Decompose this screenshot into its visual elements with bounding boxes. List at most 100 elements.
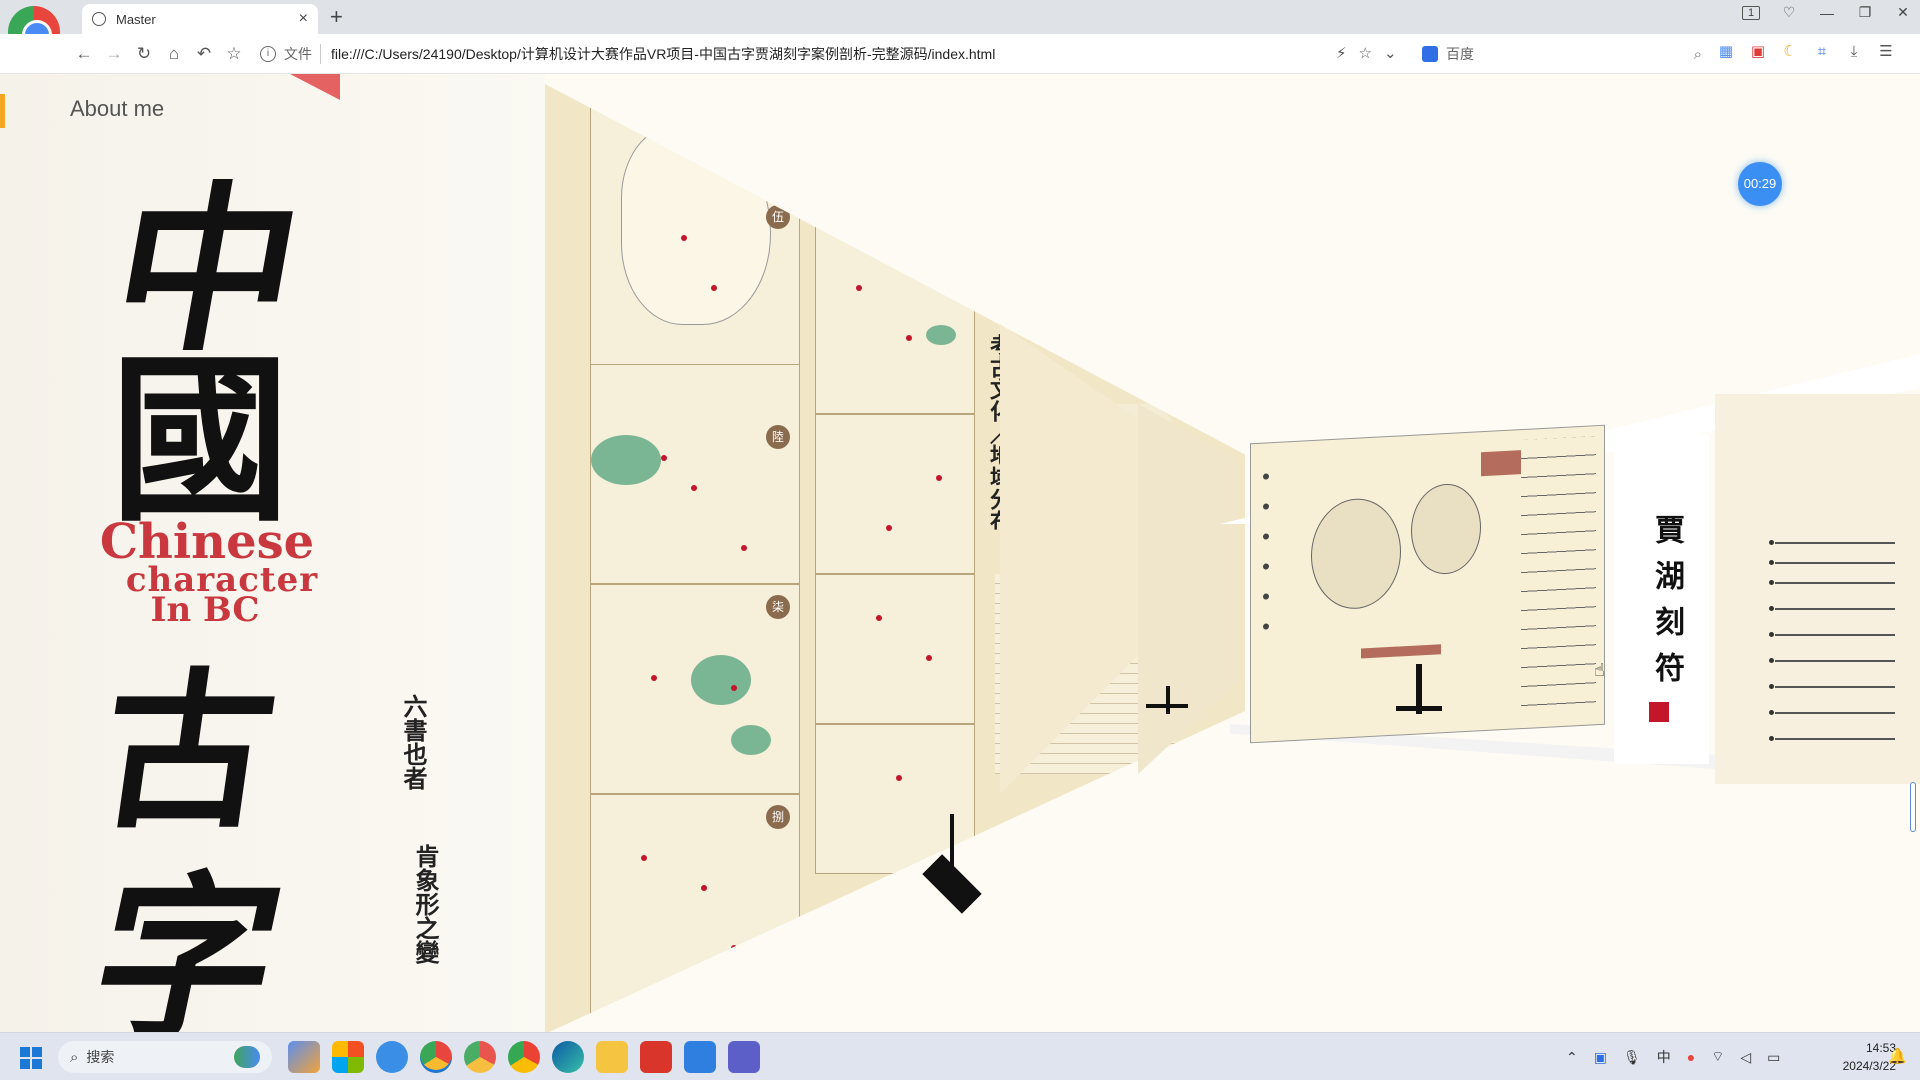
wps-app-icon[interactable] [640, 1041, 672, 1073]
favorite-star-icon[interactable]: ☆ [1359, 44, 1372, 62]
about-accent-bar [0, 94, 5, 128]
window-controls: 1 ♡ — ❐ ✕ [1742, 4, 1912, 21]
map-seal: 柒 [766, 595, 790, 619]
map-panel[interactable] [815, 414, 975, 574]
clock[interactable]: 14:53 2024/3/22 [1816, 1039, 1896, 1075]
shirt-icon[interactable]: ♡ [1780, 4, 1798, 21]
lightning-icon[interactable]: ⚡ [1336, 44, 1347, 62]
shield-app-icon[interactable] [376, 1041, 408, 1073]
jiahu-title-panel[interactable]: 賈湖刻符 [1614, 434, 1709, 764]
microphone-icon[interactable]: 🎙 [1623, 1049, 1641, 1066]
browser-app-icon[interactable] [420, 1041, 452, 1073]
taskbar-apps [288, 1041, 760, 1073]
store-app-icon[interactable] [332, 1041, 364, 1073]
clock-time: 14:53 [1865, 1041, 1896, 1055]
battery-icon[interactable]: ▭ [1767, 1049, 1780, 1066]
vscode-app-icon[interactable] [684, 1041, 716, 1073]
edge-app-icon[interactable] [552, 1041, 584, 1073]
widgets-app-icon[interactable] [288, 1041, 320, 1073]
text-list-panel[interactable] [1715, 394, 1920, 784]
new-tab-button[interactable]: + [330, 4, 343, 30]
map-panel[interactable]: 伍 [590, 84, 800, 369]
apps-grid-icon[interactable]: ▦ [1716, 42, 1736, 62]
map-seal: 捌 [766, 805, 790, 829]
file-explorer-icon[interactable] [596, 1041, 628, 1073]
taskbar-search-label: 搜索 [86, 1049, 115, 1065]
system-tray: ⌃ ▣ 🎙 中 ● ⌔ ◁ ▭ [1566, 1047, 1780, 1067]
volume-icon[interactable]: ◁ [1740, 1049, 1751, 1066]
red-seal-stamp [1649, 702, 1669, 722]
start-button[interactable] [20, 1047, 42, 1069]
forward-button[interactable]: → [102, 42, 126, 66]
reload-button[interactable]: ↻ [132, 42, 156, 66]
minimize-button[interactable]: — [1818, 5, 1836, 21]
panel-stand-base [1396, 706, 1442, 711]
scroll-handle[interactable] [1910, 782, 1916, 832]
jiahu-title: 賈湖刻符 [1649, 514, 1684, 698]
tab-count-button[interactable]: 1 [1742, 5, 1760, 20]
undo-close-icon[interactable]: ↶ [192, 42, 216, 66]
session-timer: 00:29 [1738, 162, 1782, 206]
download-icon[interactable]: ⤓ [1844, 42, 1864, 62]
jiahu-symbols-panel[interactable] [1250, 424, 1605, 744]
address-bar[interactable]: i 文件 file:///C:/Users/24190/Desktop/计算机设… [260, 40, 1410, 68]
close-window-button[interactable]: ✕ [1894, 4, 1912, 21]
tab-title: Master [116, 11, 156, 27]
info-icon[interactable]: i [260, 46, 276, 62]
notification-icon[interactable]: 🔔 [1888, 1047, 1907, 1065]
panel-stand [1166, 686, 1170, 714]
search-engine-label: 百度 [1446, 46, 1474, 62]
chevron-down-icon[interactable]: ⌄ [1384, 44, 1397, 62]
browser-toolbar: ← → ↻ ⌂ ↶ ☆ i 文件 file:///C:/Users/24190/… [0, 34, 1920, 74]
map-panel[interactable] [815, 574, 975, 724]
about-me-link[interactable]: About me [70, 96, 164, 122]
address-url[interactable]: file:///C:/Users/24190/Desktop/计算机设计大赛作品… [331, 44, 995, 64]
map-panel[interactable]: 陸 [590, 364, 800, 584]
extension-icons: ▦ ▣ ☾ ⌗ ⤓ ☰ [1716, 42, 1896, 62]
search-engine-box[interactable]: 百度 ⌕ [1422, 40, 1702, 68]
hand-cursor-icon: ☝ [1594, 660, 1605, 680]
vertical-caption-2: 肯象形之變 [411, 844, 440, 964]
bookmark-star-icon[interactable]: ☆ [222, 42, 246, 66]
pdf-icon[interactable]: ▣ [1748, 42, 1768, 62]
menu-icon[interactable]: ☰ [1876, 42, 1896, 62]
crop-icon[interactable]: ⌗ [1812, 42, 1832, 62]
address-actions: ⚡ ☆ ⌄ [1336, 44, 1397, 62]
map-seal: 陸 [766, 425, 790, 449]
tab-master[interactable]: Master × [82, 4, 318, 34]
browser-tab-bar: 登录 Master × + 1 ♡ — ❐ ✕ [0, 0, 1920, 68]
wifi-icon[interactable]: ⌔ [1711, 1048, 1724, 1066]
clock-date: 2024/3/22 [1842, 1059, 1896, 1073]
search-icon[interactable]: ⌕ [1694, 46, 1702, 63]
home-icon[interactable]: ⌂ [162, 42, 186, 66]
chrome-app-icon[interactable] [508, 1041, 540, 1073]
decorative-red-corner [290, 74, 340, 100]
search-highlight-icon [234, 1046, 260, 1068]
intro-panel: About me 中 國 Chinese character In BC 古 字… [0, 74, 545, 1032]
panel-stand-base [1146, 704, 1188, 708]
vertical-caption-1: 六書也者 [399, 694, 428, 790]
map-panel[interactable]: 柒 [590, 584, 800, 794]
tray-expand-icon[interactable]: ⌃ [1566, 1049, 1578, 1066]
tab-close-button[interactable]: × [299, 10, 308, 28]
address-scheme: 文件 [284, 44, 321, 64]
back-button[interactable]: ← [72, 42, 96, 66]
globe-icon [92, 12, 106, 26]
restore-button[interactable]: ❐ [1856, 4, 1874, 21]
map-panel[interactable]: 捌 [590, 794, 800, 1024]
baidu-paw-icon [1422, 46, 1438, 62]
night-mode-icon[interactable]: ☾ [1780, 42, 1800, 62]
search-icon: ⌕ [70, 1048, 79, 1066]
sogou-icon[interactable]: ● [1687, 1049, 1695, 1065]
windows-taskbar: ⌕ 搜索 ⌃ ▣ 🎙 中 ● ⌔ ◁ ▭ 14:53 2024/3/22 🔔 [0, 1032, 1920, 1080]
ime-indicator[interactable]: 中 [1657, 1047, 1671, 1067]
taskbar-search[interactable]: ⌕ 搜索 [58, 1041, 272, 1073]
tortoise-shell-drawing [1311, 496, 1401, 612]
map-seal: 伍 [766, 205, 790, 229]
browser-alt-app-icon[interactable] [464, 1041, 496, 1073]
tortoise-shell-drawing [1411, 482, 1481, 576]
game-app-icon[interactable] [728, 1041, 760, 1073]
map-panel[interactable] [815, 224, 975, 414]
tray-app-icon[interactable]: ▣ [1594, 1049, 1607, 1066]
vr-scene[interactable]: About me 中 國 Chinese character In BC 古 字… [0, 74, 1920, 1032]
